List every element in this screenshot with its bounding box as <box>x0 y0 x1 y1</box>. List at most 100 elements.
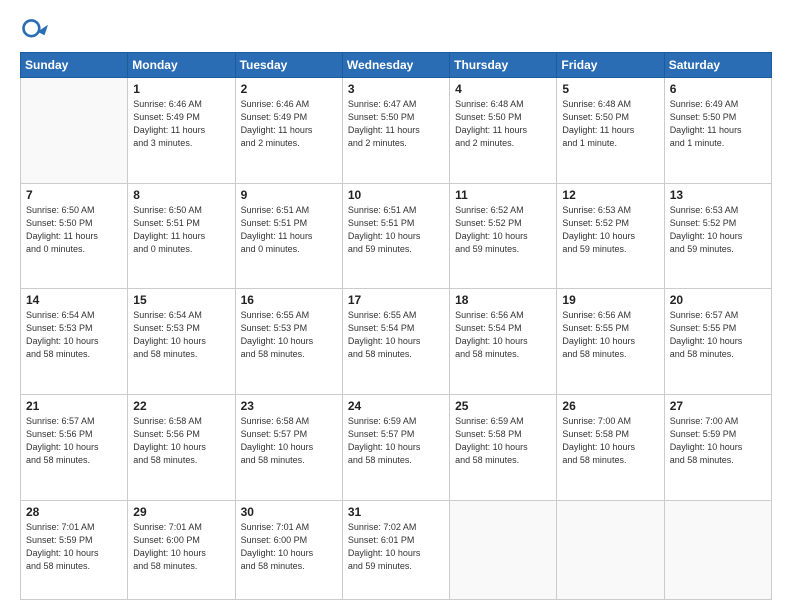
page-header <box>20 16 772 44</box>
day-number: 26 <box>562 399 658 413</box>
day-number: 12 <box>562 188 658 202</box>
calendar-cell: 19 Sunrise: 6:56 AM Sunset: 5:55 PM Dayli… <box>557 289 664 395</box>
day-info: Sunrise: 6:51 AM Sunset: 5:51 PM Dayligh… <box>348 204 444 256</box>
calendar-cell <box>450 500 557 600</box>
day-info: Sunrise: 6:59 AM Sunset: 5:57 PM Dayligh… <box>348 415 444 467</box>
day-info: Sunrise: 6:46 AM Sunset: 5:49 PM Dayligh… <box>241 98 337 150</box>
day-info: Sunrise: 6:55 AM Sunset: 5:54 PM Dayligh… <box>348 309 444 361</box>
calendar-cell: 26 Sunrise: 7:00 AM Sunset: 5:58 PM Dayli… <box>557 394 664 500</box>
calendar-week-5: 28 Sunrise: 7:01 AM Sunset: 5:59 PM Dayli… <box>21 500 772 600</box>
calendar-cell: 14Sunrise: 6:54 AM Sunset: 5:53 PM Dayli… <box>21 289 128 395</box>
calendar-cell: 3 Sunrise: 6:47 AM Sunset: 5:50 PM Daylig… <box>342 78 449 184</box>
day-number: 10 <box>348 188 444 202</box>
day-header-friday: Friday <box>557 53 664 78</box>
calendar-cell: 8Sunrise: 6:50 AM Sunset: 5:51 PM Daylig… <box>128 183 235 289</box>
calendar-cell: 24 Sunrise: 6:59 AM Sunset: 5:57 PM Dayli… <box>342 394 449 500</box>
calendar-cell: 17 Sunrise: 6:55 AM Sunset: 5:54 PM Dayli… <box>342 289 449 395</box>
calendar-cell: 6Sunrise: 6:49 AM Sunset: 5:50 PM Daylig… <box>664 78 771 184</box>
day-info: Sunrise: 6:54 AM Sunset: 5:53 PM Dayligh… <box>133 309 229 361</box>
calendar-cell: 7 Sunrise: 6:50 AM Sunset: 5:50 PM Daylig… <box>21 183 128 289</box>
calendar-cell: 22 Sunrise: 6:58 AM Sunset: 5:56 PM Dayli… <box>128 394 235 500</box>
day-info: Sunrise: 6:53 AM Sunset: 5:52 PM Dayligh… <box>562 204 658 256</box>
day-number: 31 <box>348 505 444 519</box>
calendar-cell: 10 Sunrise: 6:51 AM Sunset: 5:51 PM Dayli… <box>342 183 449 289</box>
day-info: Sunrise: 6:56 AM Sunset: 5:54 PM Dayligh… <box>455 309 551 361</box>
day-info: Sunrise: 6:54 AM Sunset: 5:53 PM Dayligh… <box>26 309 122 361</box>
day-number: 15 <box>133 293 229 307</box>
day-header-sunday: Sunday <box>21 53 128 78</box>
day-number: 4 <box>455 82 551 96</box>
day-info: Sunrise: 6:51 AM Sunset: 5:51 PM Dayligh… <box>241 204 337 256</box>
day-info: Sunrise: 6:55 AM Sunset: 5:53 PM Dayligh… <box>241 309 337 361</box>
calendar-table: SundayMondayTuesdayWednesdayThursdayFrid… <box>20 52 772 600</box>
day-header-saturday: Saturday <box>664 53 771 78</box>
day-header-tuesday: Tuesday <box>235 53 342 78</box>
calendar-header-row: SundayMondayTuesdayWednesdayThursdayFrid… <box>21 53 772 78</box>
day-info: Sunrise: 6:50 AM Sunset: 5:50 PM Dayligh… <box>26 204 122 256</box>
logo <box>20 16 52 44</box>
day-number: 6 <box>670 82 766 96</box>
day-number: 21 <box>26 399 122 413</box>
calendar-cell: 30Sunrise: 7:01 AM Sunset: 6:00 PM Dayli… <box>235 500 342 600</box>
day-info: Sunrise: 6:59 AM Sunset: 5:58 PM Dayligh… <box>455 415 551 467</box>
day-info: Sunrise: 6:58 AM Sunset: 5:56 PM Dayligh… <box>133 415 229 467</box>
day-header-monday: Monday <box>128 53 235 78</box>
day-number: 23 <box>241 399 337 413</box>
calendar-cell: 27 Sunrise: 7:00 AM Sunset: 5:59 PM Dayli… <box>664 394 771 500</box>
day-info: Sunrise: 6:50 AM Sunset: 5:51 PM Dayligh… <box>133 204 229 256</box>
day-info: Sunrise: 6:52 AM Sunset: 5:52 PM Dayligh… <box>455 204 551 256</box>
calendar-cell: 28 Sunrise: 7:01 AM Sunset: 5:59 PM Dayli… <box>21 500 128 600</box>
day-number: 3 <box>348 82 444 96</box>
day-info: Sunrise: 7:01 AM Sunset: 5:59 PM Dayligh… <box>26 521 122 573</box>
day-number: 16 <box>241 293 337 307</box>
day-info: Sunrise: 6:46 AM Sunset: 5:49 PM Dayligh… <box>133 98 229 150</box>
day-info: Sunrise: 6:57 AM Sunset: 5:56 PM Dayligh… <box>26 415 122 467</box>
day-number: 20 <box>670 293 766 307</box>
day-number: 18 <box>455 293 551 307</box>
day-info: Sunrise: 6:57 AM Sunset: 5:55 PM Dayligh… <box>670 309 766 361</box>
calendar-cell: 16 Sunrise: 6:55 AM Sunset: 5:53 PM Dayli… <box>235 289 342 395</box>
day-number: 28 <box>26 505 122 519</box>
day-info: Sunrise: 6:58 AM Sunset: 5:57 PM Dayligh… <box>241 415 337 467</box>
calendar-week-2: 7 Sunrise: 6:50 AM Sunset: 5:50 PM Daylig… <box>21 183 772 289</box>
day-number: 7 <box>26 188 122 202</box>
calendar-cell: 29 Sunrise: 7:01 AM Sunset: 6:00 PM Dayli… <box>128 500 235 600</box>
day-number: 24 <box>348 399 444 413</box>
day-header-thursday: Thursday <box>450 53 557 78</box>
day-info: Sunrise: 7:01 AM Sunset: 6:00 PM Dayligh… <box>241 521 337 573</box>
day-info: Sunrise: 6:48 AM Sunset: 5:50 PM Dayligh… <box>562 98 658 150</box>
day-number: 22 <box>133 399 229 413</box>
day-number: 11 <box>455 188 551 202</box>
calendar-cell: 4 Sunrise: 6:48 AM Sunset: 5:50 PM Daylig… <box>450 78 557 184</box>
calendar-cell <box>664 500 771 600</box>
calendar-cell: 5Sunrise: 6:48 AM Sunset: 5:50 PM Daylig… <box>557 78 664 184</box>
day-number: 25 <box>455 399 551 413</box>
day-info: Sunrise: 7:00 AM Sunset: 5:59 PM Dayligh… <box>670 415 766 467</box>
calendar-cell: 25 Sunrise: 6:59 AM Sunset: 5:58 PM Dayli… <box>450 394 557 500</box>
calendar-cell: 9Sunrise: 6:51 AM Sunset: 5:51 PM Daylig… <box>235 183 342 289</box>
day-info: Sunrise: 6:48 AM Sunset: 5:50 PM Dayligh… <box>455 98 551 150</box>
day-info: Sunrise: 7:02 AM Sunset: 6:01 PM Dayligh… <box>348 521 444 573</box>
day-number: 19 <box>562 293 658 307</box>
day-info: Sunrise: 6:56 AM Sunset: 5:55 PM Dayligh… <box>562 309 658 361</box>
calendar-cell: 20 Sunrise: 6:57 AM Sunset: 5:55 PM Dayli… <box>664 289 771 395</box>
calendar-cell: 23 Sunrise: 6:58 AM Sunset: 5:57 PM Dayli… <box>235 394 342 500</box>
day-info: Sunrise: 7:00 AM Sunset: 5:58 PM Dayligh… <box>562 415 658 467</box>
day-number: 29 <box>133 505 229 519</box>
day-number: 13 <box>670 188 766 202</box>
calendar-cell: 11 Sunrise: 6:52 AM Sunset: 5:52 PM Dayli… <box>450 183 557 289</box>
calendar-cell: 15 Sunrise: 6:54 AM Sunset: 5:53 PM Dayli… <box>128 289 235 395</box>
calendar-cell: 13Sunrise: 6:53 AM Sunset: 5:52 PM Dayli… <box>664 183 771 289</box>
calendar-week-4: 21 Sunrise: 6:57 AM Sunset: 5:56 PM Dayli… <box>21 394 772 500</box>
calendar-week-1: 1 Sunrise: 6:46 AM Sunset: 5:49 PM Daylig… <box>21 78 772 184</box>
day-info: Sunrise: 6:47 AM Sunset: 5:50 PM Dayligh… <box>348 98 444 150</box>
calendar-cell <box>21 78 128 184</box>
day-header-wednesday: Wednesday <box>342 53 449 78</box>
calendar-cell: 31 Sunrise: 7:02 AM Sunset: 6:01 PM Dayli… <box>342 500 449 600</box>
calendar-cell: 21 Sunrise: 6:57 AM Sunset: 5:56 PM Dayli… <box>21 394 128 500</box>
day-number: 27 <box>670 399 766 413</box>
day-number: 17 <box>348 293 444 307</box>
calendar-cell: 2Sunrise: 6:46 AM Sunset: 5:49 PM Daylig… <box>235 78 342 184</box>
day-number: 1 <box>133 82 229 96</box>
day-info: Sunrise: 7:01 AM Sunset: 6:00 PM Dayligh… <box>133 521 229 573</box>
